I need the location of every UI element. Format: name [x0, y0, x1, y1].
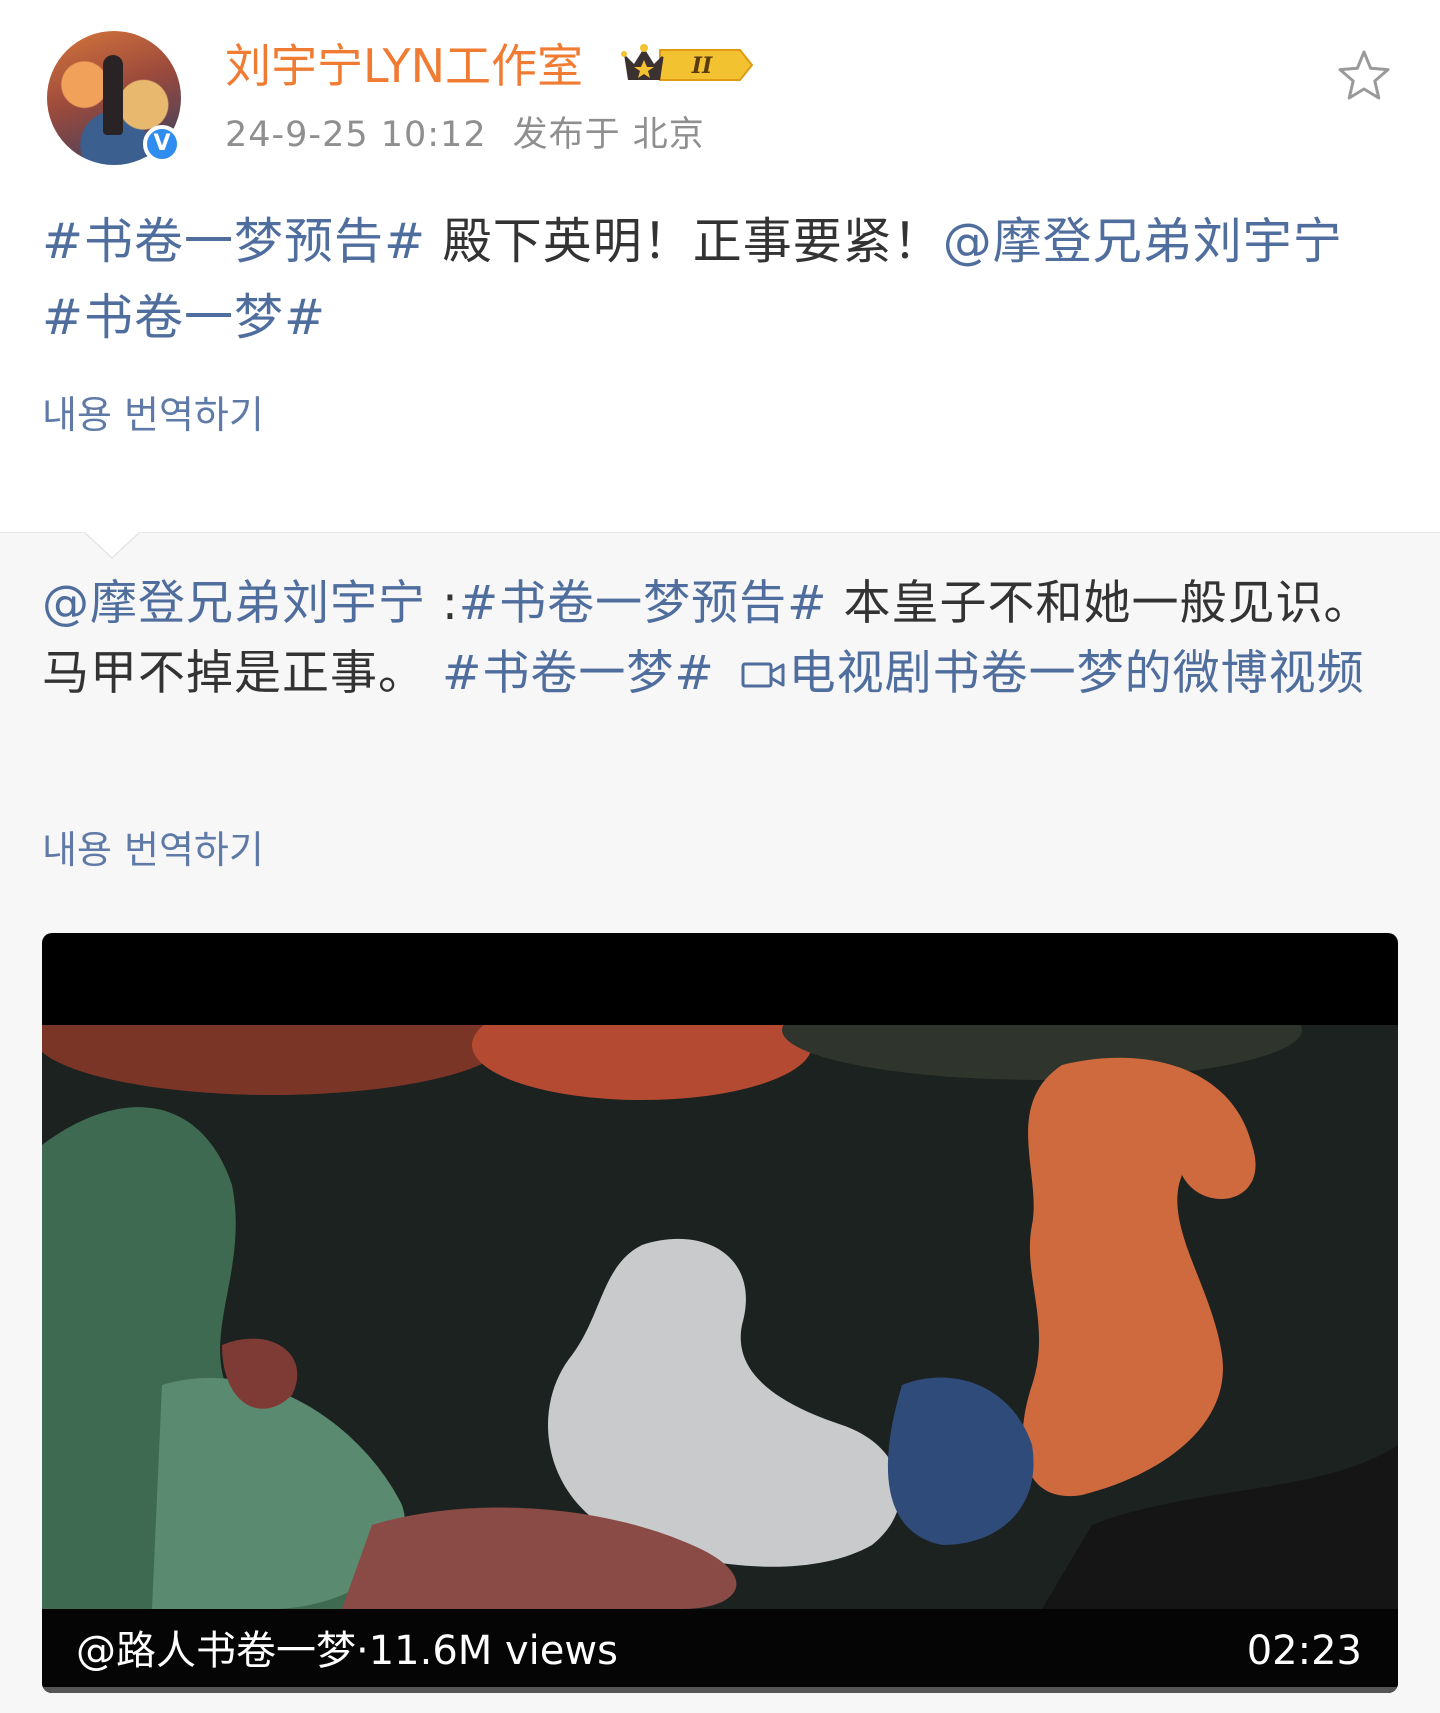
crown-badge-icon[interactable]: II: [620, 42, 755, 88]
retweet-text: @摩登兄弟刘宇宁 :#书卷一梦预告# 本皇子不和她一般见识。马甲不掉是正事。 #…: [42, 569, 1412, 709]
badge-level: II: [691, 53, 713, 79]
video-progress-track[interactable]: [42, 1687, 1398, 1693]
translate-button[interactable]: 내용 번역하기: [42, 390, 264, 440]
post-location: 发布于 北京: [512, 115, 705, 155]
video-thumbnail: [42, 1025, 1398, 1609]
retweet-notch: [84, 532, 140, 560]
post-meta: 24-9-25 10:12 发布于 北京: [225, 112, 705, 158]
translate-button[interactable]: 내용 번역하기: [42, 825, 264, 875]
video-duration: 02:23: [1246, 1628, 1362, 1674]
post-timestamp: 24-9-25 10:12: [225, 115, 487, 155]
hashtag-link[interactable]: #书卷一梦预告#: [459, 576, 828, 631]
post-text: #书卷一梦预告# 殿下英明！正事要紧！@摩登兄弟刘宇宁 #书卷一梦#: [42, 204, 1402, 356]
post-body: 殿下英明！正事要紧！: [426, 213, 943, 270]
video-camera-icon: [741, 662, 785, 688]
author-name[interactable]: 刘宇宁LYN工作室: [225, 38, 583, 94]
star-outline-icon[interactable]: [1336, 48, 1392, 104]
hashtag-link[interactable]: #书卷一梦预告#: [42, 213, 426, 270]
retweet-separator: :: [426, 576, 459, 631]
video-source-label: @路人书卷一梦·11.6M views: [76, 1628, 618, 1674]
verified-v-icon: V: [143, 125, 181, 163]
video-link[interactable]: 电视剧书卷一梦的微博视频: [731, 646, 1365, 701]
mention-link[interactable]: @摩登兄弟刘宇宁: [42, 576, 426, 631]
video-player[interactable]: @路人书卷一梦·11.6M views 02:23: [42, 933, 1398, 1693]
avatar-figure: [103, 55, 123, 135]
mention-link[interactable]: @摩登兄弟刘宇宁: [943, 213, 1343, 270]
hashtag-link[interactable]: #书卷一梦#: [442, 646, 715, 701]
hashtag-link[interactable]: #书卷一梦#: [42, 289, 326, 346]
video-info-bar: @路人书卷一梦·11.6M views 02:23: [42, 1609, 1398, 1693]
video-link-label: 电视剧书卷一梦的微博视频: [788, 646, 1365, 701]
weibo-post: V 刘宇宁LYN工作室 II 24-9-25 10:12 发布于 北京 #书卷一梦…: [0, 0, 1440, 532]
retweet-card[interactable]: @摩登兄弟刘宇宁 :#书卷一梦预告# 本皇子不和她一般见识。马甲不掉是正事。 #…: [0, 532, 1440, 1713]
